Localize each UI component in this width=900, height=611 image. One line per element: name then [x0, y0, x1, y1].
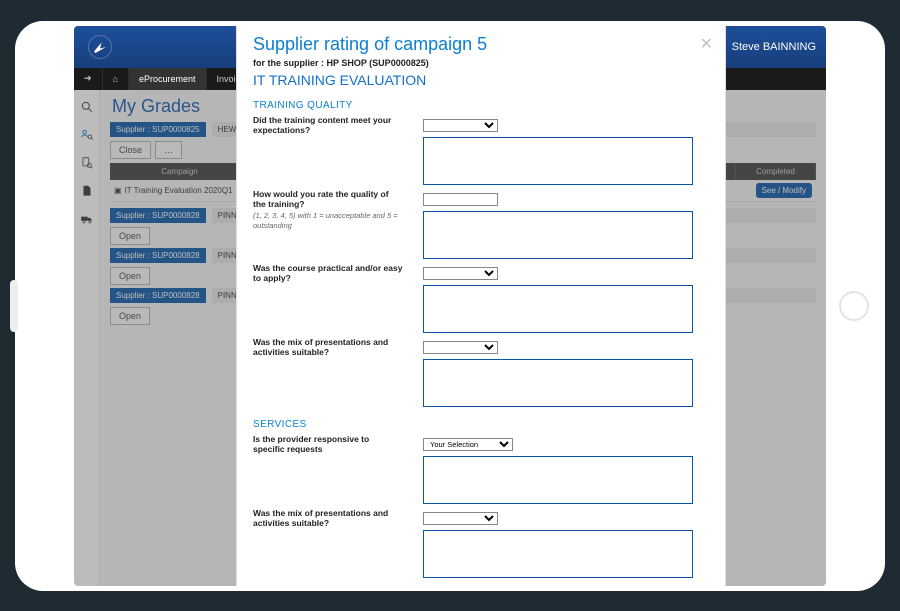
q1-select[interactable]	[423, 119, 498, 132]
modal-heading: IT TRAINING EVALUATION	[253, 72, 709, 88]
brand-logo[interactable]	[88, 35, 112, 59]
rating-modal: ✕ Supplier rating of campaign 5 for the …	[236, 26, 726, 586]
section-services: SERVICES	[253, 419, 709, 430]
q6-select[interactable]	[423, 512, 498, 525]
question-label: Was the mix of presentations and activit…	[253, 508, 403, 578]
q5-select[interactable]: Your Selection	[423, 438, 513, 451]
q4-comment[interactable]	[423, 359, 693, 407]
device-home-button	[839, 291, 869, 321]
question-label: How would you rate the quality of the tr…	[253, 189, 403, 259]
q4-select[interactable]	[423, 341, 498, 354]
close-icon[interactable]: ✕	[700, 34, 713, 54]
device-nub-left	[10, 280, 18, 332]
question-label: Is the provider responsive to specific r…	[253, 434, 403, 504]
q3-comment[interactable]	[423, 285, 693, 333]
question-label: Was the course practical and/or easy to …	[253, 263, 403, 333]
brand-logo-icon	[91, 38, 109, 56]
section-training-quality: TRAINING QUALITY	[253, 100, 709, 111]
tab-eprocurement[interactable]: eProcurement	[129, 68, 207, 90]
tablet-frame: 3 10 S Steve BAINNING ➔ ⌂ eProcurement I…	[15, 21, 885, 591]
tab-nav-arrow[interactable]: ➔	[74, 68, 103, 90]
modal-title: Supplier rating of campaign 5	[253, 34, 709, 55]
tab-home[interactable]: ⌂	[103, 68, 129, 90]
q6-comment[interactable]	[423, 530, 693, 578]
q2-number[interactable]	[423, 193, 498, 206]
question-label: Did the training content meet your expec…	[253, 115, 403, 185]
user-name: Steve BAINNING	[732, 41, 816, 53]
q2-comment[interactable]	[423, 211, 693, 259]
q1-comment[interactable]	[423, 137, 693, 185]
q3-select[interactable]	[423, 267, 498, 280]
question-label: Was the mix of presentations and activit…	[253, 337, 403, 407]
modal-supplier-line: for the supplier : HP SHOP (SUP0000825)	[253, 58, 709, 68]
app-screen: 3 10 S Steve BAINNING ➔ ⌂ eProcurement I…	[74, 26, 826, 586]
q5-comment[interactable]	[423, 456, 693, 504]
